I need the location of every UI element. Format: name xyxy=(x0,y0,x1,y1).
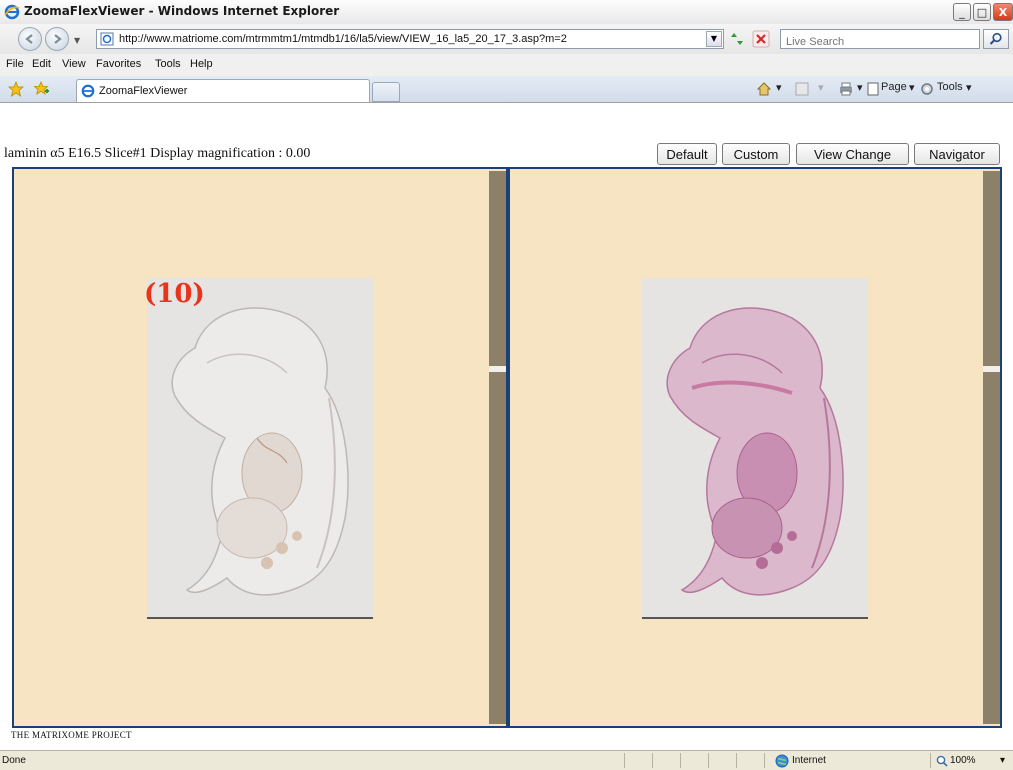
page-icon xyxy=(100,32,114,46)
print-icon[interactable] xyxy=(838,81,854,97)
back-button[interactable] xyxy=(18,27,42,51)
status-divider xyxy=(930,753,931,768)
tab-label: ZoomaFlexViewer xyxy=(99,85,188,97)
window-title-bar: ZoomaFlexViewer - Windows Internet Explo… xyxy=(0,0,1013,25)
status-divider xyxy=(736,753,737,768)
recent-pages-dropdown-icon[interactable]: ▼ xyxy=(74,36,80,45)
status-text: Done xyxy=(2,755,26,766)
left-panel-scrollbar[interactable] xyxy=(489,171,506,724)
left-scroll-thumb[interactable] xyxy=(489,366,506,372)
status-divider xyxy=(624,753,625,768)
address-toolbar: ▼ http://www.matriome.com/mtrmmtm1/mtmdb… xyxy=(0,24,1013,54)
stop-icon[interactable] xyxy=(752,30,770,48)
right-image-panel[interactable] xyxy=(508,167,1002,728)
forward-arrow-icon xyxy=(54,34,62,44)
embryo-slice-image-right[interactable] xyxy=(642,278,868,619)
embryo-ihc-section xyxy=(171,307,349,596)
minimize-button[interactable]: _ xyxy=(953,3,971,21)
internet-explorer-icon xyxy=(4,4,20,20)
tools-gear-icon[interactable] xyxy=(920,82,934,96)
zoom-icon[interactable] xyxy=(936,755,948,767)
new-tab-button[interactable] xyxy=(372,82,400,102)
view-change-button[interactable]: View Change xyxy=(796,143,909,165)
menu-file[interactable]: File xyxy=(6,58,24,70)
maximize-button[interactable]: □ xyxy=(973,3,991,21)
page-dropdown-icon[interactable]: ▾ xyxy=(909,81,915,94)
zoom-level[interactable]: 100% xyxy=(950,755,976,766)
feeds-icon[interactable] xyxy=(795,82,809,96)
left-image-panel[interactable]: (10) xyxy=(12,167,508,728)
menu-tools[interactable]: Tools xyxy=(155,58,181,70)
print-dropdown-icon[interactable]: ▾ xyxy=(857,81,863,94)
window-title: ZoomaFlexViewer - Windows Internet Explo… xyxy=(24,4,340,18)
refresh-icon[interactable] xyxy=(728,30,746,48)
close-button[interactable]: X xyxy=(993,3,1013,21)
status-divider xyxy=(680,753,681,768)
tab-ie-icon xyxy=(81,84,95,98)
search-button[interactable] xyxy=(983,29,1009,49)
forward-button[interactable] xyxy=(45,27,69,51)
page-menu-icon[interactable] xyxy=(866,82,880,96)
page-content: laminin α5 E16.5 Slice#1 Display magnifi… xyxy=(0,102,1013,751)
menu-bar: File Edit View Favorites Tools Help xyxy=(0,54,1013,77)
embryo-slice-image-left[interactable] xyxy=(147,278,373,619)
status-divider xyxy=(652,753,653,768)
tools-dropdown-icon[interactable]: ▾ xyxy=(966,81,972,94)
menu-view[interactable]: View xyxy=(62,58,86,70)
search-field[interactable] xyxy=(780,29,980,51)
favorites-star-icon[interactable] xyxy=(8,81,24,97)
tab-zoomaflexviewer[interactable]: ZoomaFlexViewer xyxy=(76,79,370,102)
address-dropdown-icon[interactable]: ▼ xyxy=(706,31,722,47)
navigator-button[interactable]: Navigator xyxy=(914,143,1000,165)
default-button[interactable]: Default xyxy=(657,143,717,165)
address-url: http://www.matriome.com/mtrmmtm1/mtmdb1/… xyxy=(119,33,567,45)
status-divider xyxy=(708,753,709,768)
internet-zone-icon xyxy=(775,754,789,768)
right-panel-scrollbar[interactable] xyxy=(983,171,1000,724)
home-icon[interactable] xyxy=(756,81,772,97)
viewer-title: laminin α5 E16.5 Slice#1 Display magnifi… xyxy=(4,146,311,161)
search-icon xyxy=(989,32,1002,45)
right-scroll-thumb[interactable] xyxy=(983,366,1000,372)
project-footer: THE MATRIXOME PROJECT xyxy=(11,730,132,740)
address-field[interactable]: http://www.matriome.com/mtrmmtm1/mtmdb1/… xyxy=(96,29,724,49)
home-dropdown-icon[interactable]: ▾ xyxy=(776,81,782,94)
menu-favorites[interactable]: Favorites xyxy=(96,58,141,70)
status-bar: Done Internet 100% ▾ xyxy=(0,750,1013,770)
tools-menu[interactable]: Tools xyxy=(937,81,963,93)
embryo-he-section xyxy=(666,307,844,596)
menu-edit[interactable]: Edit xyxy=(32,58,51,70)
add-favorite-icon[interactable] xyxy=(34,81,50,97)
search-input[interactable] xyxy=(781,33,971,51)
custom-button[interactable]: Custom xyxy=(722,143,790,165)
feeds-dropdown-icon[interactable]: ▾ xyxy=(818,81,824,94)
zoom-dropdown-icon[interactable]: ▾ xyxy=(1000,755,1005,766)
panel-number-label: (10) xyxy=(144,279,205,309)
page-menu[interactable]: Page xyxy=(881,81,907,93)
back-arrow-icon xyxy=(25,34,33,44)
menu-help[interactable]: Help xyxy=(190,58,213,70)
security-zone[interactable]: Internet xyxy=(792,755,826,766)
tab-bar: ZoomaFlexViewer ▾ ▾ ▾ Page ▾ Tools ▾ xyxy=(0,76,1013,103)
status-divider xyxy=(764,753,765,768)
